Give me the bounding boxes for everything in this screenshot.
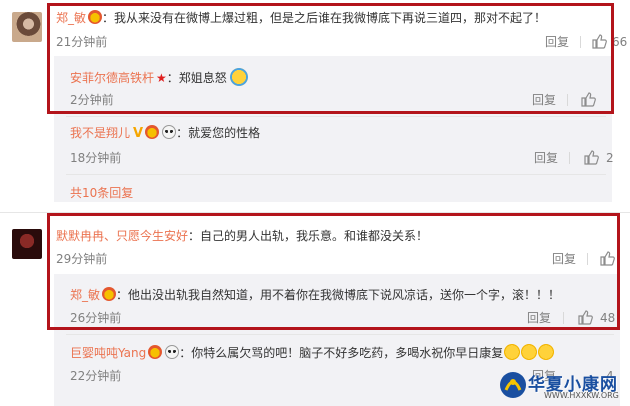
comment-body: ：自己的男人出轨，我乐意。和谁都没关系！ — [188, 229, 429, 243]
crying-emoji-icon — [229, 68, 248, 86]
watermark-url: WWW.HXXKW.ORG — [544, 391, 619, 400]
more-replies-link[interactable]: 共10条回复 — [70, 185, 133, 201]
reply-text-row: 巨婴吨吨Yang ：你特么属欠骂的吧！脑子不好多吃药，多喝水祝你早日康复 — [70, 344, 555, 361]
vip-v-icon: V — [133, 126, 144, 141]
like-count: 48 — [600, 311, 616, 325]
watermark-logo-icon — [500, 372, 526, 398]
reply-button[interactable]: 回复 — [534, 150, 558, 166]
panda-icon — [165, 345, 180, 359]
reply-button[interactable]: 回复 — [552, 251, 576, 267]
action-divider — [567, 94, 568, 106]
like-thumb-icon[interactable] — [591, 33, 607, 49]
smile-emoji-icon — [504, 344, 521, 360]
watermark: 华夏小康网 WWW.HXXKW.ORG — [498, 368, 628, 404]
reply-timestamp: 22分钟前 — [70, 369, 122, 383]
reply-divider — [66, 116, 606, 117]
reply-text-row: 郑_敏 ：他出没出轨我自然知道，用不着你在我微博底下说风凉话，送你一个字，滚！！！ — [70, 287, 560, 303]
reply-button[interactable]: 回复 — [532, 92, 556, 108]
reply-body: ：郑姐息怒 — [166, 71, 227, 85]
comment-divider — [0, 212, 630, 213]
verified-badge-icon — [145, 125, 160, 139]
verified-badge-icon — [88, 10, 103, 24]
reply-body: ：他出没出轨我自然知道，用不着你在我微博底下说风凉话，送你一个字，滚！！！ — [116, 288, 561, 302]
reply-timestamp: 18分钟前 — [70, 151, 122, 165]
comment-text-row: 默默冉冉、只愿今生安好：自己的男人出轨，我乐意。和谁都没关系！ — [56, 228, 428, 244]
like-count: 2 — [606, 151, 614, 165]
avatar[interactable] — [12, 229, 42, 259]
username-link[interactable]: 郑_敏 — [70, 288, 100, 302]
smile-emoji-icon — [538, 344, 555, 360]
like-thumb-icon[interactable] — [580, 91, 596, 107]
reply-button[interactable]: 回复 — [527, 310, 551, 326]
reply-divider — [66, 174, 606, 175]
verified-badge-icon — [148, 345, 163, 359]
comment-text-row: 郑_敏 ：我从来没有在微博上爆过粗，但是之后谁在我微博底下再说三道四，那对不起了！ — [56, 10, 546, 26]
smile-emoji-icon — [521, 344, 538, 360]
star-badge-icon: ★ — [156, 71, 167, 85]
reply-button[interactable]: 回复 — [545, 34, 569, 50]
comment-timestamp: 21分钟前 — [56, 35, 108, 49]
like-thumb-icon[interactable] — [577, 309, 593, 325]
comment-timestamp: 29分钟前 — [56, 252, 108, 266]
like-thumb-icon[interactable] — [583, 149, 599, 165]
reply-body: ：就爱您的性格 — [176, 126, 261, 140]
reply-timestamp: 2分钟前 — [70, 93, 114, 107]
comment-body: ：我从来没有在微博上爆过粗，但是之后谁在我微博底下再说三道四，那对不起了！ — [102, 11, 547, 25]
reply-text-row: 安菲尔德高铁杆 ★：郑姐息怒 — [70, 68, 248, 86]
like-thumb-icon[interactable] — [599, 250, 615, 266]
avatar[interactable] — [12, 12, 42, 42]
username-link[interactable]: 郑_敏 — [56, 11, 86, 25]
reply-text-row: 我不是翔儿 V ：就爱您的性格 — [70, 125, 260, 142]
action-divider — [587, 253, 588, 265]
username-link[interactable]: 安菲尔德高铁杆 — [70, 71, 154, 85]
reply-divider — [66, 334, 614, 335]
verified-badge-icon — [102, 287, 117, 301]
like-count: 66 — [612, 35, 628, 49]
action-divider — [563, 312, 564, 324]
panda-icon — [162, 125, 177, 139]
action-divider — [580, 36, 581, 48]
reply-body: ：你特么属欠骂的吧！脑子不好多吃药，多喝水祝你早日康复 — [179, 346, 504, 360]
username-link[interactable]: 巨婴吨吨Yang — [70, 346, 146, 360]
reply-timestamp: 26分钟前 — [70, 311, 122, 325]
action-divider — [569, 152, 570, 164]
username-link[interactable]: 我不是翔儿 — [70, 126, 130, 140]
username-link[interactable]: 默默冉冉、只愿今生安好 — [56, 229, 188, 243]
